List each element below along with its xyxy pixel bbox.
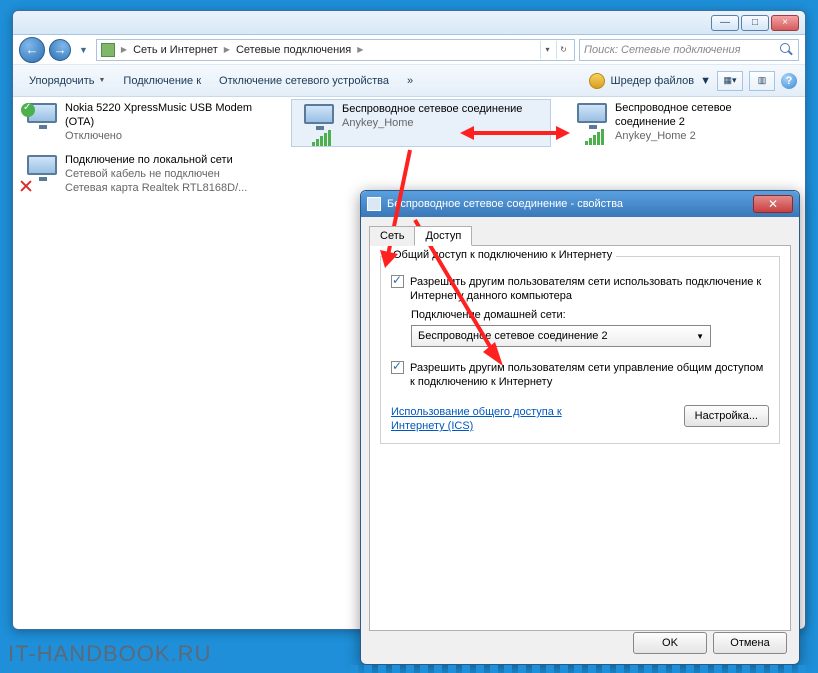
close-button[interactable]: × xyxy=(771,15,799,31)
modem-icon xyxy=(17,101,65,145)
breadcrumb-root[interactable]: Сеть и Интернет xyxy=(133,44,218,56)
address-dropdown-icon[interactable]: ▾ xyxy=(540,41,554,59)
breadcrumb-current[interactable]: Сетевые подключения xyxy=(236,44,351,56)
connection-status: Отключено xyxy=(65,129,273,143)
disable-device-button[interactable]: Отключение сетевого устройства xyxy=(211,71,397,91)
breadcrumb-separator-icon: ▶ xyxy=(357,45,363,54)
ok-button[interactable]: OK xyxy=(633,632,707,654)
connection-detail: Сетевая карта Realtek RTL8168D/... xyxy=(65,181,247,195)
shredder-icon xyxy=(589,73,605,89)
ics-groupbox: Общий доступ к подключению к Интернету Р… xyxy=(380,256,780,444)
navigation-row: ← ← ▼ ▶ Сеть и Интернет ▶ Сетевые подклю… xyxy=(13,35,805,65)
home-network-combo[interactable]: Беспроводное сетевое соединение 2 ▼ xyxy=(411,325,711,347)
search-icon xyxy=(780,43,794,57)
ics-help-link[interactable]: Использование общего доступа к Интернету… xyxy=(391,405,591,433)
window-titlebar: — □ × xyxy=(13,11,805,35)
dialog-close-button[interactable]: ✕ xyxy=(753,195,793,213)
connection-item-selected[interactable]: Беспроводное сетевое соединение Anykey_H… xyxy=(291,99,551,147)
refresh-icon[interactable]: ↻ xyxy=(556,41,570,59)
address-bar[interactable]: ▶ Сеть и Интернет ▶ Сетевые подключения … xyxy=(96,39,575,61)
group-legend: Общий доступ к подключению к Интернету xyxy=(389,249,616,261)
allow-control-label: Разрешить другим пользователям сети упра… xyxy=(410,361,769,389)
properties-dialog: Беспроводное сетевое соединение - свойст… xyxy=(360,190,800,665)
watermark-text: IT-HANDBOOK.RU xyxy=(8,641,211,667)
connection-name: Беспроводное сетевое соединение xyxy=(342,102,522,116)
wifi-icon xyxy=(294,102,342,146)
back-button[interactable]: ← xyxy=(19,37,45,63)
settings-button[interactable]: Настройка... xyxy=(684,405,769,427)
preview-pane-button[interactable]: ▥ xyxy=(749,71,775,91)
connection-item[interactable]: Nokia 5220 XpressMusic USB Modem (OTA) О… xyxy=(15,99,275,147)
organize-menu[interactable]: Упорядочить▼ xyxy=(21,71,113,91)
ethernet-icon xyxy=(17,153,65,197)
chevron-down-icon: ▼ xyxy=(98,77,105,84)
tab-panel-access: Общий доступ к подключению к Интернету Р… xyxy=(369,245,791,631)
minimize-button[interactable]: — xyxy=(711,15,739,31)
shredder-button[interactable]: Шредер файлов xyxy=(611,75,695,87)
dialog-title: Беспроводное сетевое соединение - свойст… xyxy=(387,198,623,210)
chevron-down-icon: ▼ xyxy=(700,75,711,87)
connection-detail: Anykey_Home xyxy=(342,116,522,130)
allow-sharing-label: Разрешить другим пользователям сети испо… xyxy=(410,275,769,303)
tab-network[interactable]: Сеть xyxy=(369,226,415,246)
toolbar-overflow[interactable]: » xyxy=(399,71,421,91)
tab-strip: Сеть Доступ xyxy=(369,226,791,246)
search-placeholder: Поиск: Сетевые подключения xyxy=(584,44,741,56)
connection-detail: Anykey_Home 2 xyxy=(615,129,793,143)
network-location-icon xyxy=(101,43,115,57)
maximize-button[interactable]: □ xyxy=(741,15,769,31)
help-icon[interactable]: ? xyxy=(781,73,797,89)
cancel-button[interactable]: Отмена xyxy=(713,632,787,654)
breadcrumb-separator-icon: ▶ xyxy=(224,45,230,54)
combo-value: Беспроводное сетевое соединение 2 xyxy=(418,330,608,342)
allow-control-checkbox[interactable] xyxy=(391,361,404,374)
forward-button[interactable]: ← xyxy=(49,39,71,61)
chevron-down-icon: ▼ xyxy=(696,332,704,341)
connect-to-menu[interactable]: Подключение к xyxy=(115,71,209,91)
wifi-icon xyxy=(567,101,615,145)
connection-name: Подключение по локальной сети xyxy=(65,153,247,167)
connection-status: Сетевой кабель не подключен xyxy=(65,167,247,181)
breadcrumb-separator-icon: ▶ xyxy=(121,45,127,54)
home-network-label: Подключение домашней сети: xyxy=(411,309,769,321)
nav-history-dropdown[interactable]: ▼ xyxy=(75,45,92,55)
search-input[interactable]: Поиск: Сетевые подключения xyxy=(579,39,799,61)
connection-name: Беспроводное сетевое соединение 2 xyxy=(615,101,793,129)
dialog-titlebar[interactable]: Беспроводное сетевое соединение - свойст… xyxy=(361,191,799,217)
connection-item[interactable]: Беспроводное сетевое соединение 2 Anykey… xyxy=(565,99,795,147)
network-icon xyxy=(367,197,381,211)
view-options-button[interactable]: ▦▾ xyxy=(717,71,743,91)
command-toolbar: Упорядочить▼ Подключение к Отключение се… xyxy=(13,65,805,97)
connection-name: Nokia 5220 XpressMusic USB Modem (OTA) xyxy=(65,101,273,129)
allow-sharing-checkbox[interactable] xyxy=(391,275,404,288)
connection-item[interactable]: Подключение по локальной сети Сетевой ка… xyxy=(15,151,315,199)
tab-access[interactable]: Доступ xyxy=(414,226,472,246)
